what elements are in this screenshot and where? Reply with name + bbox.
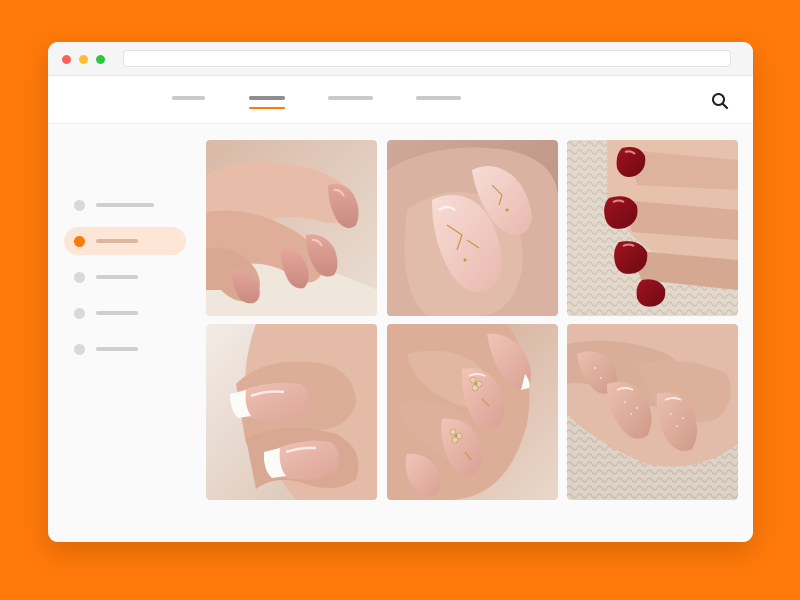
sidebar-item-dot <box>74 344 85 355</box>
sidebar-item-dot <box>74 272 85 283</box>
sidebar-item-label <box>96 203 154 207</box>
flower-nails-photo <box>387 324 558 500</box>
sidebar-item-2[interactable] <box>64 227 186 255</box>
close-window-button[interactable] <box>62 55 71 64</box>
sidebar-item-5[interactable] <box>64 335 186 363</box>
sidebar-item-dot <box>74 200 85 211</box>
gallery-image-marble-nails[interactable] <box>387 140 558 316</box>
gallery-image-red-nails[interactable] <box>567 140 738 316</box>
sidebar-item-dot <box>74 236 85 247</box>
active-tab-indicator <box>249 107 285 109</box>
nav-tab-4[interactable] <box>416 96 461 104</box>
maximize-window-button[interactable] <box>96 55 105 64</box>
gallery-image-shimmer-nails[interactable] <box>567 324 738 500</box>
top-navigation <box>48 76 753 124</box>
nude-nails-photo <box>206 140 377 316</box>
red-nails-photo <box>567 140 738 316</box>
sidebar-item-label <box>96 347 138 351</box>
nav-tab-2-label <box>249 96 285 100</box>
title-bar <box>48 42 753 76</box>
sidebar-item-3[interactable] <box>64 263 186 291</box>
browser-window <box>48 42 753 542</box>
nav-tab-3[interactable] <box>328 96 373 104</box>
nav-tab-4-label <box>416 96 461 100</box>
nav-tab-3-label <box>328 96 373 100</box>
sidebar-item-label <box>96 239 138 243</box>
search-button[interactable] <box>710 91 730 111</box>
search-icon <box>712 93 729 110</box>
gallery-image-french-nails[interactable] <box>206 324 377 500</box>
sidebar-item-dot <box>74 308 85 319</box>
sidebar-item-label <box>96 275 138 279</box>
gallery-image-nude-nails[interactable] <box>206 140 377 316</box>
sidebar-item-4[interactable] <box>64 299 186 327</box>
nav-tab-1-label <box>172 96 205 100</box>
gallery-image-flower-nails[interactable] <box>387 324 558 500</box>
minimize-window-button[interactable] <box>79 55 88 64</box>
sidebar-item-label <box>96 311 138 315</box>
sidebar <box>48 124 198 542</box>
sidebar-item-1[interactable] <box>64 191 186 219</box>
nav-tab-2[interactable] <box>249 96 285 109</box>
french-nails-photo <box>206 324 377 500</box>
nav-tab-1[interactable] <box>172 96 205 104</box>
address-bar[interactable] <box>123 50 731 67</box>
shimmer-nails-photo <box>567 324 738 500</box>
marble-nails-photo <box>387 140 558 316</box>
